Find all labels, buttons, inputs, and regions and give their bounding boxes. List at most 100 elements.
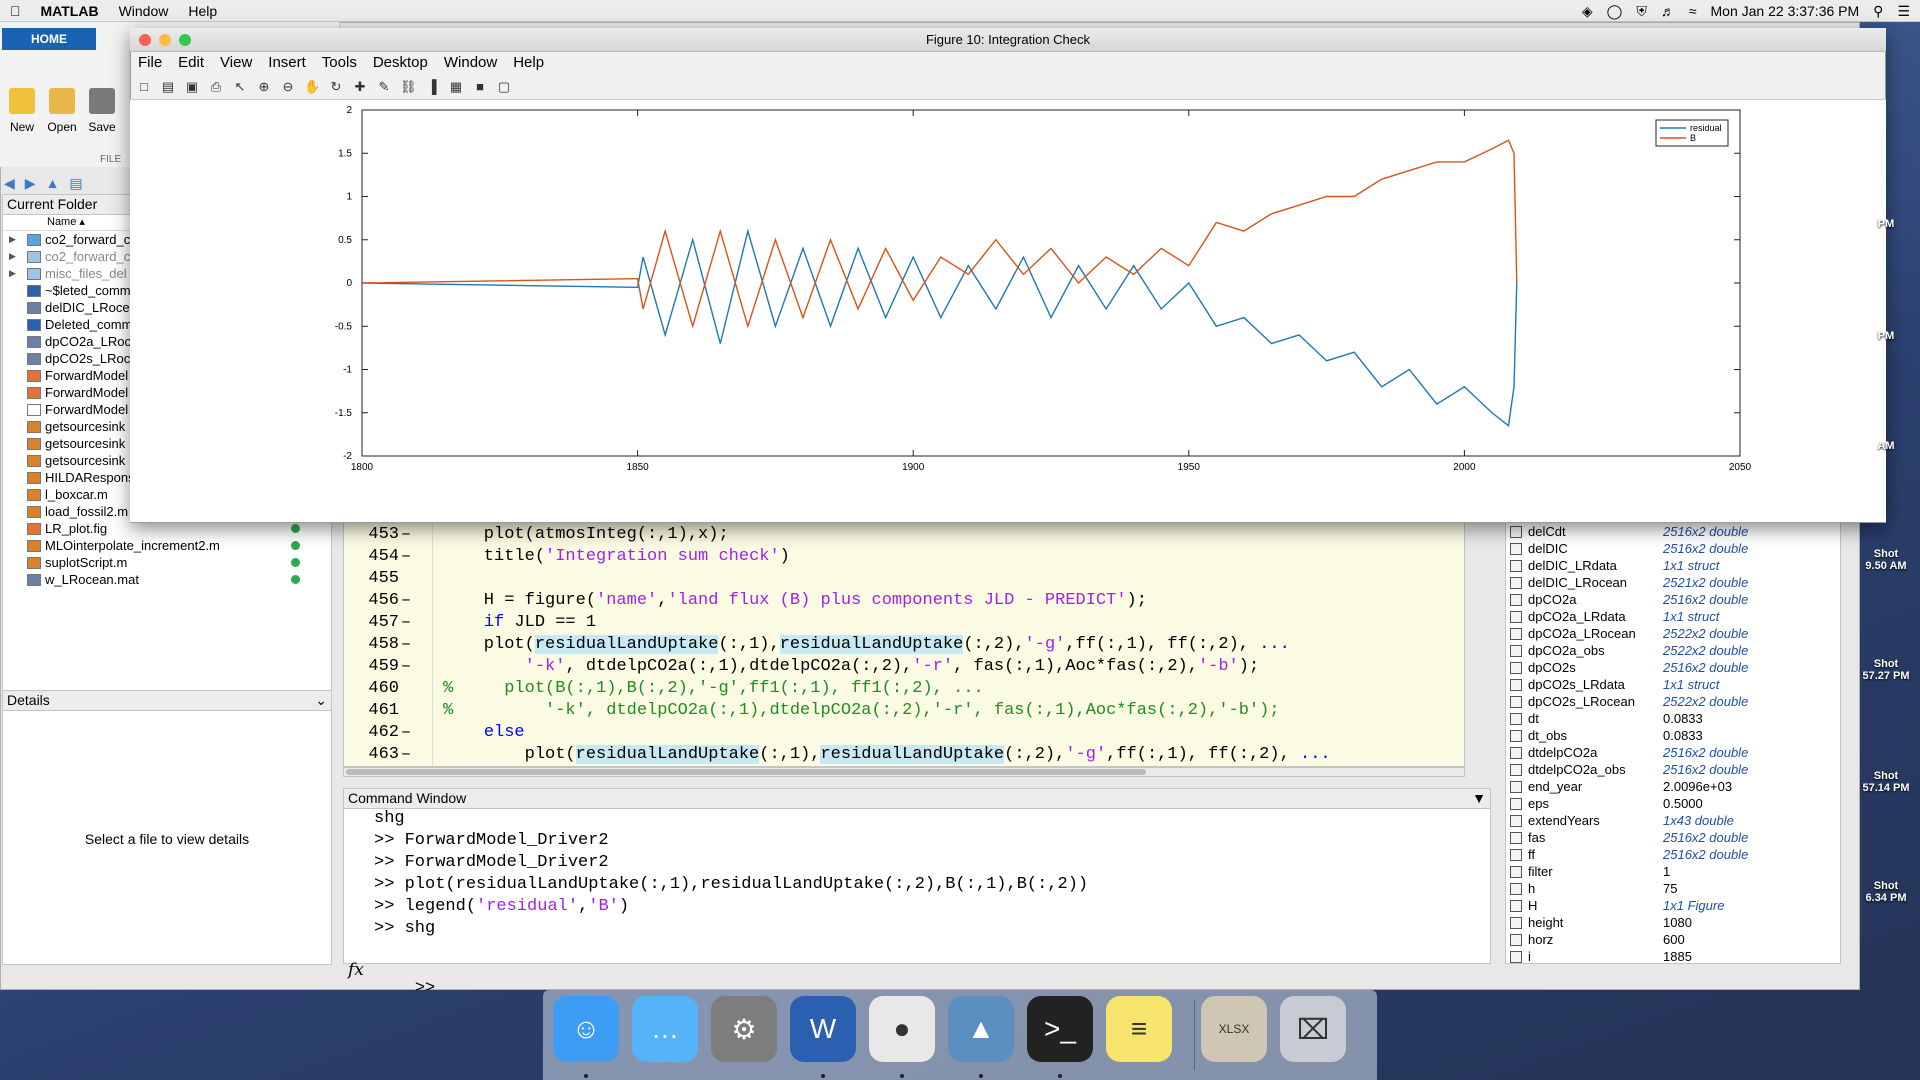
clock[interactable]: Mon Jan 22 3:37:36 PM: [1711, 3, 1860, 19]
data-cursor-icon[interactable]: ✚: [352, 79, 368, 95]
workspace-variable[interactable]: delDIC_LRocean 2521x2 double: [1506, 574, 1840, 591]
file-list-item[interactable]: w_LRocean.mat: [3, 571, 331, 588]
up-folder-icon[interactable]: ▲: [46, 175, 60, 191]
code-line[interactable]: 463– plot(residualLandUptake(:,1),residu…: [344, 743, 1464, 765]
desktop-file-label[interactable]: Shot 57.27 PM: [1856, 658, 1916, 682]
workspace-variable[interactable]: height 1080: [1506, 914, 1840, 931]
workspace-variable[interactable]: dtdelpCO2a_obs 2516x2 double: [1506, 761, 1840, 778]
menu-help[interactable]: Help: [178, 3, 227, 19]
minimize-icon[interactable]: [159, 34, 171, 46]
figure-menu-help[interactable]: Help: [505, 54, 552, 71]
tab-home[interactable]: HOME: [2, 28, 96, 50]
desktop-file-label[interactable]: Shot 57.14 PM: [1856, 770, 1916, 794]
expand-triangle-icon[interactable]: ▶: [9, 251, 16, 262]
code-line[interactable]: 457– if JLD == 1: [344, 611, 1464, 633]
breakpoint-marker[interactable]: –: [399, 745, 413, 764]
pan-icon[interactable]: ✋: [304, 79, 320, 95]
breakpoint-marker[interactable]: –: [399, 635, 413, 654]
breakpoint-marker[interactable]: –: [399, 547, 413, 566]
breakpoint-marker[interactable]: –: [399, 613, 413, 632]
menu-app-name[interactable]: MATLAB: [31, 3, 109, 19]
search-icon[interactable]: ⚲: [1873, 3, 1883, 20]
notes-icon[interactable]: ≡: [1106, 996, 1172, 1062]
workspace-variable[interactable]: h 75: [1506, 880, 1840, 897]
workspace-variable[interactable]: ff 2516x2 double: [1506, 846, 1840, 863]
system-preferences-icon[interactable]: ⚙: [711, 996, 777, 1062]
code-line[interactable]: 454– title('Integration sum check'): [344, 545, 1464, 567]
save-button[interactable]: Save: [82, 88, 122, 134]
dropbox-icon[interactable]: ◈: [1582, 3, 1593, 20]
trash-icon[interactable]: ⌧: [1280, 996, 1346, 1062]
colorbar-icon[interactable]: ▐: [424, 79, 440, 95]
messages-icon[interactable]: …: [632, 996, 698, 1062]
workspace-variable[interactable]: dpCO2s 2516x2 double: [1506, 659, 1840, 676]
workspace-variable[interactable]: i 1885: [1506, 948, 1840, 963]
workspace-variable[interactable]: fas 2516x2 double: [1506, 829, 1840, 846]
terminal-icon[interactable]: >_: [1027, 996, 1093, 1062]
shield-icon[interactable]: ⛨: [1636, 3, 1647, 20]
code-editor[interactable]: 453– plot(atmosInteg(:,1),x); 454– title(…: [343, 522, 1465, 767]
legend-icon[interactable]: ▦: [448, 79, 464, 95]
new-button[interactable]: New: [2, 88, 42, 134]
new-figure-icon[interactable]: □: [136, 79, 152, 95]
open-button[interactable]: Open: [42, 88, 82, 134]
workspace-variable[interactable]: H 1x1 Figure: [1506, 897, 1840, 914]
workspace-variable[interactable]: dpCO2a_LRocean 2522x2 double: [1506, 625, 1840, 642]
workspace-variable[interactable]: dpCO2a_LRdata 1x1 struct: [1506, 608, 1840, 625]
link-icon[interactable]: ⛓: [400, 79, 417, 95]
zoom-icon[interactable]: [179, 34, 191, 46]
workspace-variable[interactable]: dpCO2a 2516x2 double: [1506, 591, 1840, 608]
breakpoint-marker[interactable]: –: [399, 723, 413, 742]
close-icon[interactable]: [139, 34, 151, 46]
fx-icon[interactable]: fx: [348, 960, 364, 980]
breakpoint-marker[interactable]: –: [399, 657, 413, 676]
save-icon[interactable]: ▣: [184, 79, 200, 95]
code-line[interactable]: 455: [344, 567, 1464, 589]
figure-menu-insert[interactable]: Insert: [260, 54, 314, 71]
finder-icon[interactable]: ☺: [553, 996, 619, 1062]
desktop-file-label[interactable]: AM: [1856, 440, 1916, 452]
file-list-item[interactable]: MLOinterpolate_increment2.m: [3, 537, 331, 554]
workspace-variable[interactable]: dpCO2a_obs 2522x2 double: [1506, 642, 1840, 659]
xlsx-file-icon[interactable]: XLSX: [1201, 996, 1267, 1062]
show-tools-icon[interactable]: ▢: [496, 79, 512, 95]
expand-triangle-icon[interactable]: ▶: [9, 268, 16, 279]
scrollbar-thumb[interactable]: [346, 769, 1146, 775]
figure-menu-window[interactable]: Window: [436, 54, 505, 71]
apple-icon[interactable]: : [0, 3, 31, 19]
desktop-file-label[interactable]: Shot 6.34 PM: [1856, 880, 1916, 904]
command-window[interactable]: Command Window ▼ shg >> ForwardModel_Driv…: [343, 788, 1491, 998]
volume-icon[interactable]: ♬: [1661, 3, 1675, 19]
workspace-variable[interactable]: eps 0.5000: [1506, 795, 1840, 812]
workspace-variable[interactable]: dt_obs 0.0833: [1506, 727, 1840, 744]
panel-menu-icon[interactable]: ▼: [1472, 790, 1486, 807]
forward-arrow-icon[interactable]: ▶: [25, 175, 36, 192]
code-line[interactable]: 459– '-k', dtdelpCO2a(:,1),dtdelpCO2a(:,…: [344, 655, 1464, 677]
chrome-icon[interactable]: ●: [869, 996, 935, 1062]
workspace-variable[interactable]: dpCO2s_LRdata 1x1 struct: [1506, 676, 1840, 693]
desktop-file-label[interactable]: Shot 9.50 AM: [1856, 548, 1916, 572]
wifi-icon[interactable]: ≈: [1689, 3, 1697, 19]
open-icon[interactable]: ▤: [160, 79, 176, 95]
editor-horizontal-scrollbar[interactable]: [343, 767, 1465, 777]
zoom-in-icon[interactable]: ⊕: [256, 79, 272, 95]
workspace-variable[interactable]: extendYears 1x43 double: [1506, 812, 1840, 829]
brush-icon[interactable]: ✎: [376, 79, 392, 95]
breakpoint-marker[interactable]: –: [399, 525, 413, 544]
code-line[interactable]: 460 % plot(B(:,1),B(:,2),'-g',ff1(:,1), f…: [344, 677, 1464, 699]
workspace-variable[interactable]: delCdt 2516x2 double: [1506, 523, 1840, 540]
figure-menu-file[interactable]: File: [130, 54, 170, 71]
code-line[interactable]: 456– H = figure('name','land flux (B) pl…: [344, 589, 1464, 611]
back-arrow-icon[interactable]: ◀: [4, 175, 15, 192]
workspace-variable[interactable]: filter 1: [1506, 863, 1840, 880]
desktop-file-label[interactable]: PM: [1856, 218, 1916, 230]
code-line[interactable]: 458– plot(residualLandUptake(:,1),residu…: [344, 633, 1464, 655]
sync-icon[interactable]: ◯: [1607, 3, 1623, 20]
menu-window[interactable]: Window: [109, 3, 179, 19]
workspace-variable[interactable]: dpCO2s_LRocean 2522x2 double: [1506, 693, 1840, 710]
file-list-item[interactable]: suplotScript.m: [3, 554, 331, 571]
workspace-variable[interactable]: end_year 2.0096e+03: [1506, 778, 1840, 795]
word-icon[interactable]: W: [790, 996, 856, 1062]
code-line[interactable]: 462– else: [344, 721, 1464, 743]
workspace-variable[interactable]: delDIC 2516x2 double: [1506, 540, 1840, 557]
